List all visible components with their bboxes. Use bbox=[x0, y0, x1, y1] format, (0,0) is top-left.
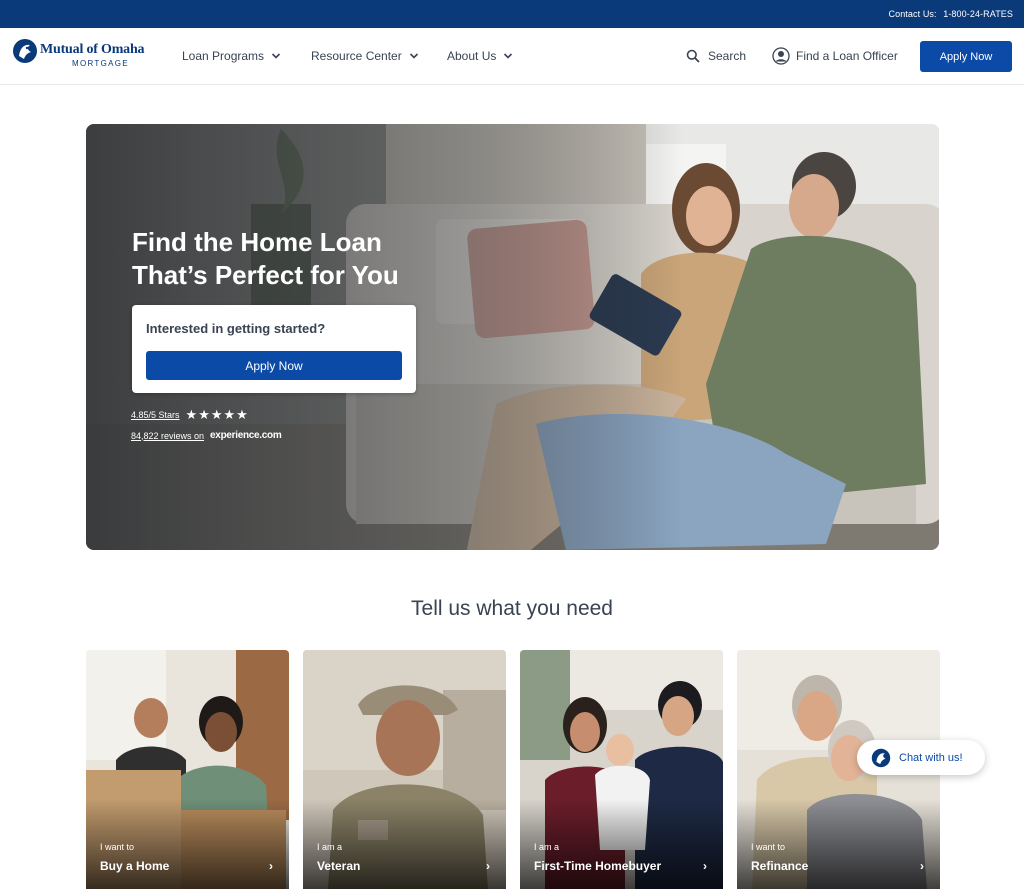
chat-label: Chat with us! bbox=[899, 751, 963, 764]
lion-logo-icon bbox=[871, 748, 891, 767]
user-icon bbox=[772, 47, 790, 65]
card-buy-a-home[interactable]: I want to Buy a Home › bbox=[86, 650, 289, 889]
card-pretext: I want to bbox=[100, 842, 135, 852]
reviews: 84,822 reviews on experience.com bbox=[131, 430, 282, 441]
search-label: Search bbox=[708, 49, 747, 63]
card-label: Refinance bbox=[751, 859, 809, 873]
chevron-down-icon bbox=[409, 53, 418, 59]
rating-link[interactable]: 4.85/5 Stars bbox=[131, 410, 180, 420]
logo[interactable]: Mutual of Omaha MORTGAGE bbox=[12, 38, 158, 72]
card-pretext: I am a bbox=[317, 842, 343, 852]
card-pretext: I want to bbox=[751, 842, 786, 852]
chevron-down-icon bbox=[504, 53, 513, 59]
find-loan-officer-link[interactable]: Find a Loan Officer bbox=[772, 28, 898, 84]
star-icon: ★ bbox=[185, 407, 198, 422]
chevron-right-icon: › bbox=[486, 859, 490, 873]
star-icon: ★ bbox=[198, 407, 210, 422]
apply-now-button[interactable]: Apply Now bbox=[920, 41, 1012, 72]
hero-title-line-1: Find the Home Loan bbox=[132, 227, 382, 257]
star-icon: ★ bbox=[210, 407, 223, 422]
star-icon: ★ bbox=[223, 407, 236, 422]
chevron-right-icon: › bbox=[703, 859, 707, 873]
card-veteran[interactable]: I am a Veteran › bbox=[303, 650, 506, 889]
experience-logo: experience.com bbox=[210, 430, 282, 441]
nav-loan-programs-label: Loan Programs bbox=[182, 49, 265, 63]
chevron-right-icon: › bbox=[920, 859, 924, 873]
brand-subtitle: MORTGAGE bbox=[72, 59, 129, 68]
card-label: First-Time Homebuyer bbox=[534, 859, 662, 873]
rating: 4.85/5 Stars ★ ★ ★ ★ ★ bbox=[131, 408, 249, 421]
search-button[interactable]: Search bbox=[686, 28, 746, 84]
chat-widget-button[interactable]: Chat with us! bbox=[857, 740, 985, 775]
chevron-right-icon: › bbox=[269, 859, 273, 873]
hero-title: Find the Home Loan That’s Perfect for Yo… bbox=[132, 226, 432, 292]
utility-bar: Contact Us: 1-800-24-RATES bbox=[0, 0, 1024, 28]
nav-loan-programs[interactable]: Loan Programs bbox=[182, 28, 281, 84]
card-label: Veteran bbox=[317, 859, 361, 873]
phone-link[interactable]: 1-800-24-RATES bbox=[943, 9, 1013, 19]
hero-banner: Find the Home Loan That’s Perfect for Yo… bbox=[86, 124, 939, 550]
nav-resource-center-label: Resource Center bbox=[311, 49, 402, 63]
hero-apply-now-button[interactable]: Apply Now bbox=[146, 351, 402, 380]
brand-name: Mutual of Omaha bbox=[40, 42, 145, 57]
chevron-down-icon bbox=[271, 53, 281, 59]
card-label: Buy a Home bbox=[100, 859, 170, 873]
lion-logo-icon bbox=[13, 39, 37, 63]
reviews-link[interactable]: 84,822 reviews on bbox=[131, 431, 204, 441]
contact-label: Contact Us: bbox=[888, 9, 937, 19]
hero-title-line-2: That’s Perfect for You bbox=[132, 260, 399, 290]
search-icon bbox=[686, 49, 700, 63]
section-title: Tell us what you need bbox=[411, 597, 613, 620]
card-pretext: I am a bbox=[534, 842, 560, 852]
nav-about-us[interactable]: About Us bbox=[447, 28, 513, 84]
star-rating: ★ ★ ★ ★ ★ bbox=[186, 408, 249, 421]
nav-about-us-label: About Us bbox=[447, 49, 497, 63]
find-loan-officer-label: Find a Loan Officer bbox=[796, 49, 898, 63]
get-started-question: Interested in getting started? bbox=[146, 321, 326, 336]
get-started-card: Interested in getting started? Apply Now bbox=[132, 305, 416, 393]
card-first-time-homebuyer[interactable]: I am a First-Time Homebuyer › bbox=[520, 650, 723, 889]
nav-resource-center[interactable]: Resource Center bbox=[311, 28, 419, 84]
main-nav: Mutual of Omaha MORTGAGE Loan Programs R… bbox=[0, 28, 1024, 85]
contact-info: Contact Us: 1-800-24-RATES bbox=[889, 9, 1014, 19]
star-icon: ★ bbox=[236, 407, 248, 422]
